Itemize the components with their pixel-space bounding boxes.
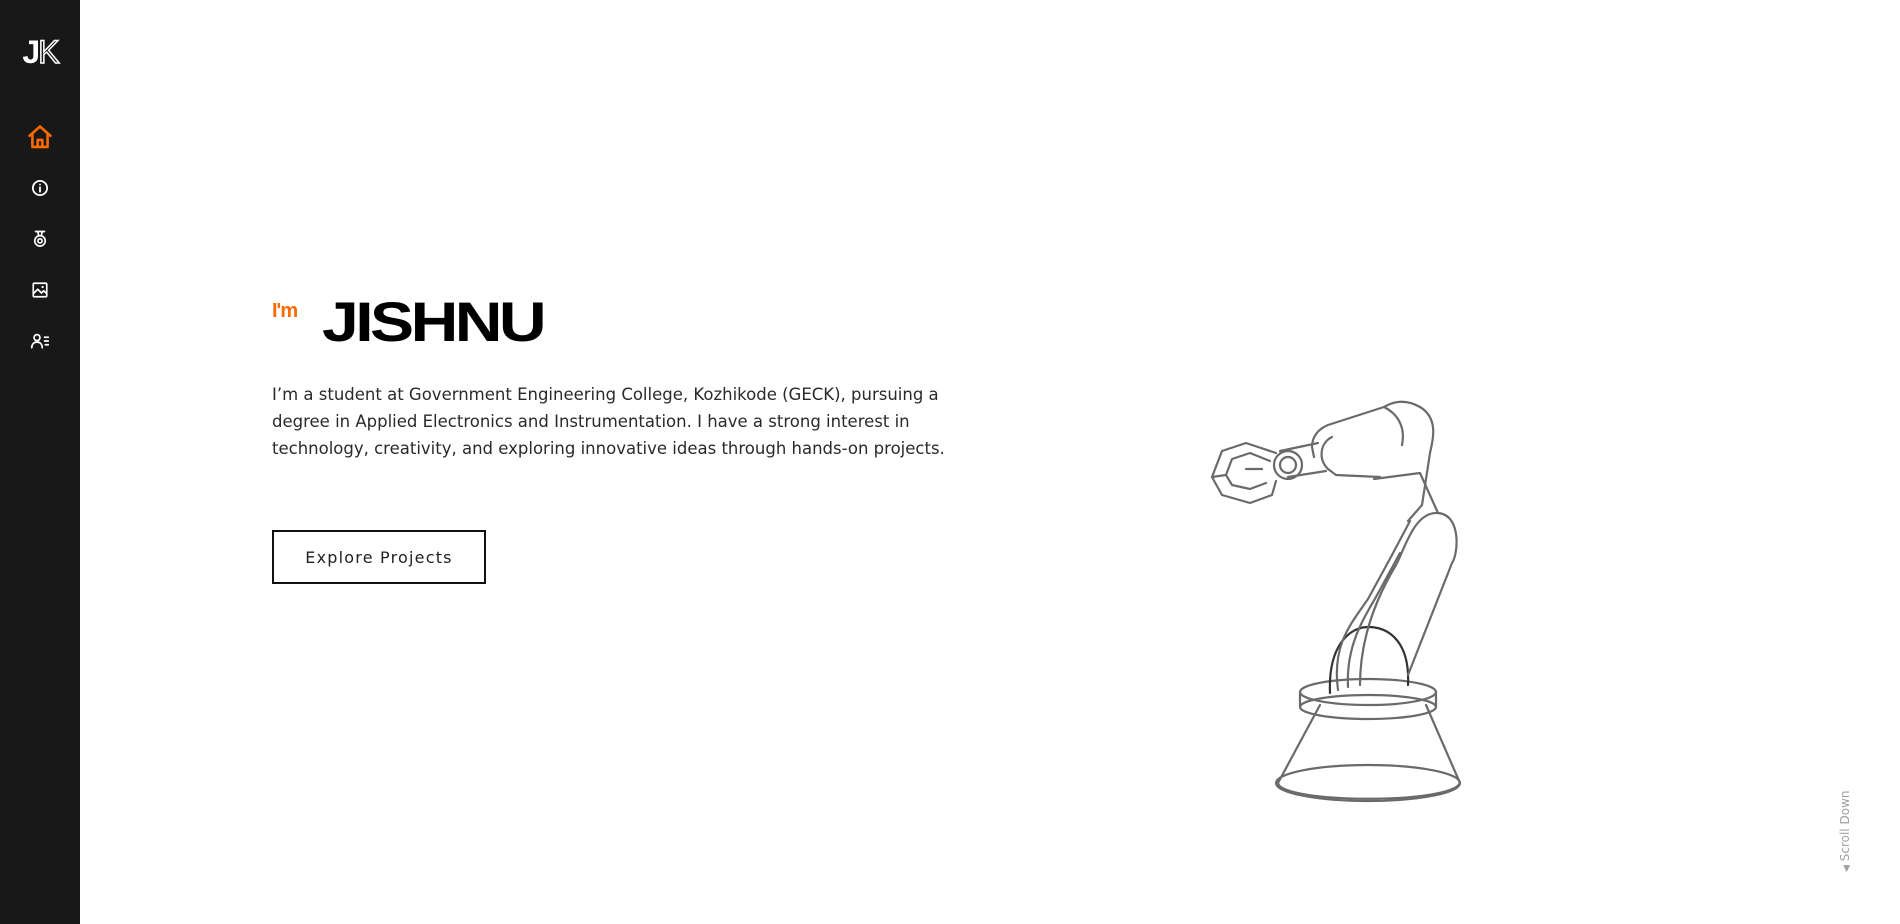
explore-projects-button[interactable]: Explore Projects <box>272 530 486 584</box>
nav-contact[interactable] <box>20 321 60 361</box>
arrow-down-icon: ◀ <box>1842 865 1852 872</box>
home-icon <box>26 123 54 151</box>
robotic-arm-illustration <box>1200 385 1560 825</box>
nav-achievements[interactable] <box>20 219 60 259</box>
info-icon <box>31 179 49 197</box>
nav-home[interactable] <box>20 117 60 157</box>
hero-prefix: I'm <box>272 300 298 322</box>
site-logo[interactable]: JK <box>0 33 80 71</box>
medal-icon <box>31 230 49 248</box>
logo-letter-k: K <box>37 33 60 71</box>
scroll-down-text: Scroll Down <box>1838 790 1852 862</box>
nav-gallery[interactable] <box>20 270 60 310</box>
hero-description: I’m a student at Government Engineering … <box>272 385 945 458</box>
logo-letter-j: J <box>22 34 40 70</box>
scroll-down-hint[interactable]: ◀ Scroll Down <box>1836 780 1856 880</box>
hero-name: JISHNU <box>322 290 547 353</box>
contact-icon <box>30 332 50 350</box>
sidebar: JK <box>0 0 80 924</box>
gallery-icon <box>31 281 49 299</box>
scroll-down-label: ◀ Scroll Down <box>1838 791 1852 872</box>
nav-about[interactable] <box>20 168 60 208</box>
